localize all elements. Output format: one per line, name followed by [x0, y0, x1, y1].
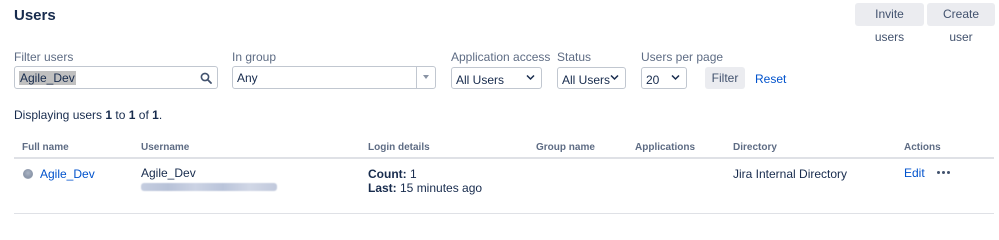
redacted-email: [141, 183, 277, 191]
results-summary: Displaying users 1 to 1 of 1.: [14, 108, 163, 122]
login-count: Count: 1: [368, 167, 417, 181]
column-header-applications: Applications: [635, 142, 696, 153]
header-divider: [14, 157, 994, 159]
filter-users-input[interactable]: Agile_Dev: [14, 66, 218, 89]
invite-users-button[interactable]: Invite users: [855, 3, 924, 44]
search-icon[interactable]: [200, 72, 212, 84]
status-label: Status: [557, 50, 592, 64]
column-header-username: Username: [141, 142, 190, 153]
page-title: Users: [14, 7, 56, 24]
more-actions-icon[interactable]: [937, 166, 953, 178]
application-access-label: Application access: [451, 50, 551, 64]
create-user-button[interactable]: Create user: [927, 3, 995, 44]
in-group-select[interactable]: Any: [232, 66, 436, 89]
login-last: Last: 15 minutes ago: [368, 181, 483, 195]
column-header-actions: Actions: [904, 142, 941, 153]
column-header-login-details: Login details: [368, 142, 430, 153]
avatar: [23, 169, 33, 179]
chevron-down-icon[interactable]: [416, 67, 435, 88]
status-select[interactable]: All Users: [557, 67, 626, 89]
chevron-down-icon: [526, 74, 535, 81]
username: Agile_Dev: [141, 166, 196, 180]
directory: Jira Internal Directory: [733, 167, 848, 181]
user-full-name-link[interactable]: Agile_Dev: [40, 167, 95, 181]
reset-link[interactable]: Reset: [755, 72, 786, 86]
users-per-page-label: Users per page: [641, 50, 724, 64]
filter-users-label: Filter users: [14, 50, 74, 64]
in-group-value: Any: [237, 71, 258, 85]
edit-link[interactable]: Edit: [904, 166, 925, 180]
column-header-directory: Directory: [733, 142, 777, 153]
status-value: All Users: [562, 73, 611, 87]
users-per-page-value: 20: [646, 73, 660, 87]
application-access-value: All Users: [456, 73, 505, 87]
filter-users-value: Agile_Dev: [19, 71, 76, 85]
filter-button[interactable]: Filter: [705, 67, 745, 89]
in-group-label: In group: [232, 50, 277, 64]
users-per-page-select[interactable]: 20: [641, 67, 687, 89]
application-access-select[interactable]: All Users: [451, 67, 542, 89]
column-header-group-name: Group name: [536, 142, 595, 153]
row-divider: [14, 213, 994, 214]
column-header-full-name: Full name: [22, 142, 69, 153]
chevron-down-icon: [671, 74, 680, 81]
chevron-down-icon: [610, 74, 619, 81]
